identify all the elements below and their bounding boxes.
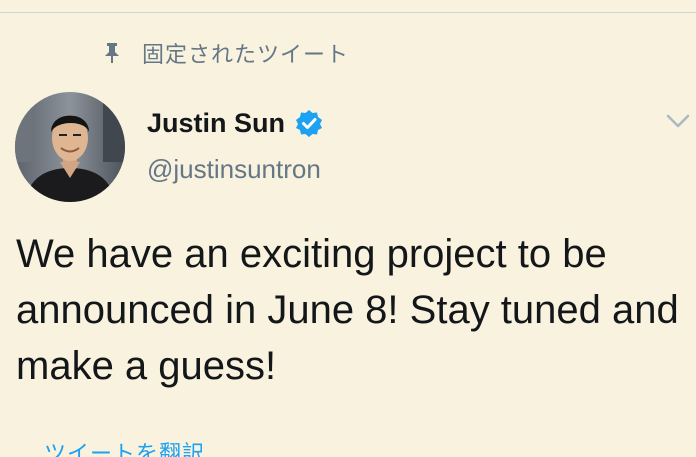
pinned-tweet-header: 固定されたツイート <box>102 36 349 70</box>
translate-tweet-link[interactable]: ツイートを翻訳 <box>44 436 205 457</box>
author-name[interactable]: Justin Sun <box>147 108 285 139</box>
verified-badge-icon <box>295 109 323 137</box>
author-name-row[interactable]: Justin Sun <box>147 104 323 142</box>
avatar[interactable] <box>15 92 125 202</box>
pinned-label: 固定されたツイート <box>142 43 350 68</box>
pin-icon <box>102 42 122 64</box>
chevron-down-icon[interactable] <box>665 112 691 130</box>
author-handle[interactable]: @justinsuntron <box>147 154 321 185</box>
tweet-card: 固定されたツイート Justin Sun @justinsuntron We h… <box>0 0 696 457</box>
tweet-text: We have an exciting project to be announ… <box>16 232 679 388</box>
divider <box>0 12 696 13</box>
